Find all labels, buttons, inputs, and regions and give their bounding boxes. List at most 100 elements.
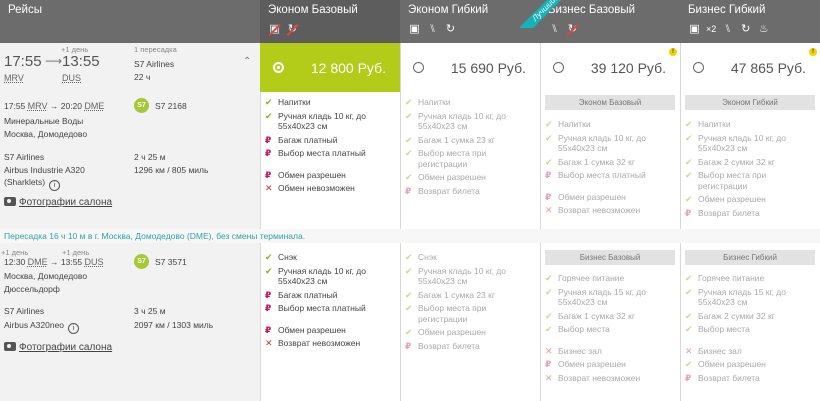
fare-feature-text: Выбор места (698, 324, 750, 334)
price-option-business-flex[interactable]: 47 865 Руб. (680, 43, 820, 92)
fare-feature-text: Багаж 1 сумка 23 кг (418, 289, 495, 300)
check-icon: ✔ (685, 273, 693, 283)
transfer-info: Пересадка 16 ч 10 м в г. Москва, Домодед… (0, 229, 820, 243)
fare-radio[interactable] (553, 62, 564, 73)
fare-feature: ✔ Выбор места при регистрации (402, 303, 528, 324)
check-icon: ✔ (685, 324, 693, 334)
fare-feature: ✔ Багаж 2 сумки 32 кг (682, 311, 808, 322)
ruble-icon: ₽ (405, 185, 412, 196)
check-icon: ✔ (405, 134, 413, 145)
flight-number: S7 3571 (155, 257, 187, 267)
price: 39 120 Руб. (590, 59, 666, 76)
check-icon: ✔ (685, 170, 693, 180)
fare-feature-text: Выбор места при (698, 170, 767, 180)
ruble-icon: ₽ (265, 148, 272, 158)
lounge-icon: ♨ (758, 23, 769, 35)
check-icon: ✔ (405, 148, 413, 158)
fare-feature-text: Обмен разрешен (418, 172, 486, 182)
fare-feature: ✔ Ручная кладь 15 кг, до 55x40x23 см (682, 287, 808, 308)
fare-feature: ✔ Напитки (262, 97, 388, 108)
fare-feature-text: Выбор места платный (558, 170, 646, 180)
fare-feature-text: Багаж платный (278, 134, 338, 145)
fare-feature-text: 55x40x23 см (418, 121, 468, 131)
fare-feature: ✔ Ручная кладь 15 кг, до 55x40x23 см (542, 287, 668, 308)
fare-feature-text: Напитки (558, 119, 591, 129)
cross-icon: ✕ (545, 345, 553, 356)
fare-feature: ✔ Багаж 1 сумка 23 кг (402, 135, 528, 146)
fare-feature-text: Ручная кладь 10 кг, до (418, 265, 506, 276)
cabin-photos-link[interactable]: Фотографии салона (4, 342, 112, 353)
price-option-economy-basic[interactable]: 12 800 Руб. (260, 43, 400, 92)
cabin-photos-link[interactable]: Фотографии салона (4, 197, 112, 208)
fare-feature-text: Обмен разрешен (698, 359, 766, 369)
arrival-time: 13:55 (62, 53, 100, 70)
flight-number: S7 2168 (155, 101, 187, 111)
check-icon: ✔ (685, 156, 693, 167)
segment-airline: S7 Airlines (4, 152, 45, 162)
fare-header-business-flex[interactable]: Бизнес Гибкий ▣ ×2 ⑊ ↻ ♨ (680, 0, 820, 43)
check-icon: ✔ (405, 289, 413, 300)
check-icon: ✔ (265, 97, 273, 107)
camera-icon (4, 342, 16, 351)
fare-feature-text: Выбор места при (418, 148, 487, 158)
price-option-economy-flex[interactable]: 15 690 Руб. (400, 43, 540, 92)
fare-feature-text: регистрации (418, 158, 468, 169)
fare-radio[interactable] (413, 62, 424, 73)
fare-feature: ₽ Обмен разрешен (262, 170, 388, 181)
fare-feature-text: Обмен разрешен (418, 327, 486, 337)
fare-feature: ✔ Выбор места (682, 324, 808, 335)
fare-feature-text: Ручная кладь 15 кг, до (558, 286, 646, 297)
aircraft-type: Airbus Industrie A320 (4, 165, 85, 175)
check-icon: ✔ (685, 359, 693, 369)
fare-feature-text: Обмен разрешен (698, 194, 766, 204)
check-icon: ✔ (265, 110, 273, 121)
next-day-label: +1 день (62, 248, 90, 257)
segment-origin: Москва, Домодедово (4, 271, 88, 281)
arrival-code[interactable]: DUS (62, 73, 81, 83)
warning-icon[interactable]: ! (809, 48, 817, 56)
fare-feature-text: Снэк (418, 252, 437, 262)
exchange-icon: ↻ (741, 23, 751, 35)
fare-feature: ₽ Выбор места платный (542, 170, 668, 181)
fare-feature-text: 55x40x23 см (558, 297, 608, 307)
fare-feature: ✔ Выбор места (542, 324, 668, 335)
fare-feature: ✔ Ручная кладь 10 кг, до 55x40x23 см (402, 111, 528, 132)
fare-radio[interactable] (273, 62, 284, 73)
chevron-up-icon[interactable]: ⌃ (243, 56, 251, 67)
fare-header-economy-basic[interactable]: Эконом Базовый ▣ ↻ (260, 0, 400, 43)
no-refund-icon: ↻ (287, 23, 298, 35)
fare-feature-text: Ручная кладь 15 кг, до (698, 286, 786, 297)
fare-feature-text: Багаж 1 сумка 32 кг (558, 310, 635, 321)
aircraft-type-suffix: (Sharklets) i (4, 177, 61, 191)
segment-distance: 1296 км / 805 миль (134, 165, 209, 175)
stops-label: 1 пересадка (134, 45, 177, 54)
fare-feature: ✕ Возврат невозможен (542, 373, 668, 384)
cross-icon: ✕ (265, 338, 273, 348)
ruble-icon: ₽ (265, 303, 272, 313)
fare-feature: ✕ Обмен невозможен (262, 183, 388, 194)
fare-table-header: Рейсы Эконом Базовый ▣ ↻ Эконом Гибкий ▣… (0, 0, 820, 43)
fare-feature-text: Обмен разрешен (558, 191, 626, 202)
info-icon[interactable]: i (68, 323, 80, 334)
price: 47 865 Руб. (730, 59, 806, 76)
departure-code[interactable]: MRV (4, 73, 24, 83)
fare-feature-text: Возврат невозможен (558, 372, 641, 383)
fare-radio[interactable] (693, 62, 704, 73)
segment-times: 17:55 MRV → 20:20 DME (4, 101, 105, 111)
fare-feature-text: Выбор места (558, 324, 610, 334)
fare-feature: ✔ Обмен разрешен (402, 172, 528, 183)
aircraft-type: Airbus A320neo i (4, 320, 80, 334)
info-icon[interactable]: i (49, 180, 61, 191)
flights-header: Рейсы (0, 0, 260, 43)
fare-feature: ₽ Выбор места платный (262, 148, 388, 159)
fare-name: Бизнес Базовый (548, 4, 636, 16)
check-icon: ✔ (265, 265, 273, 276)
baggage-x2-icon: ▣ (689, 23, 700, 35)
segment-duration: 2 ч 25 м (134, 152, 166, 162)
fare-feature-text: Напитки (698, 119, 731, 129)
price-option-business-basic[interactable]: 39 120 Руб. (540, 43, 680, 92)
warning-icon[interactable]: ! (669, 48, 677, 56)
fare-feature: ₽ Возврат билета (682, 373, 808, 384)
fare-feature: ✕ Возврат невозможен (542, 205, 668, 216)
fare-feature: ✔ Горячее питание (682, 273, 808, 284)
